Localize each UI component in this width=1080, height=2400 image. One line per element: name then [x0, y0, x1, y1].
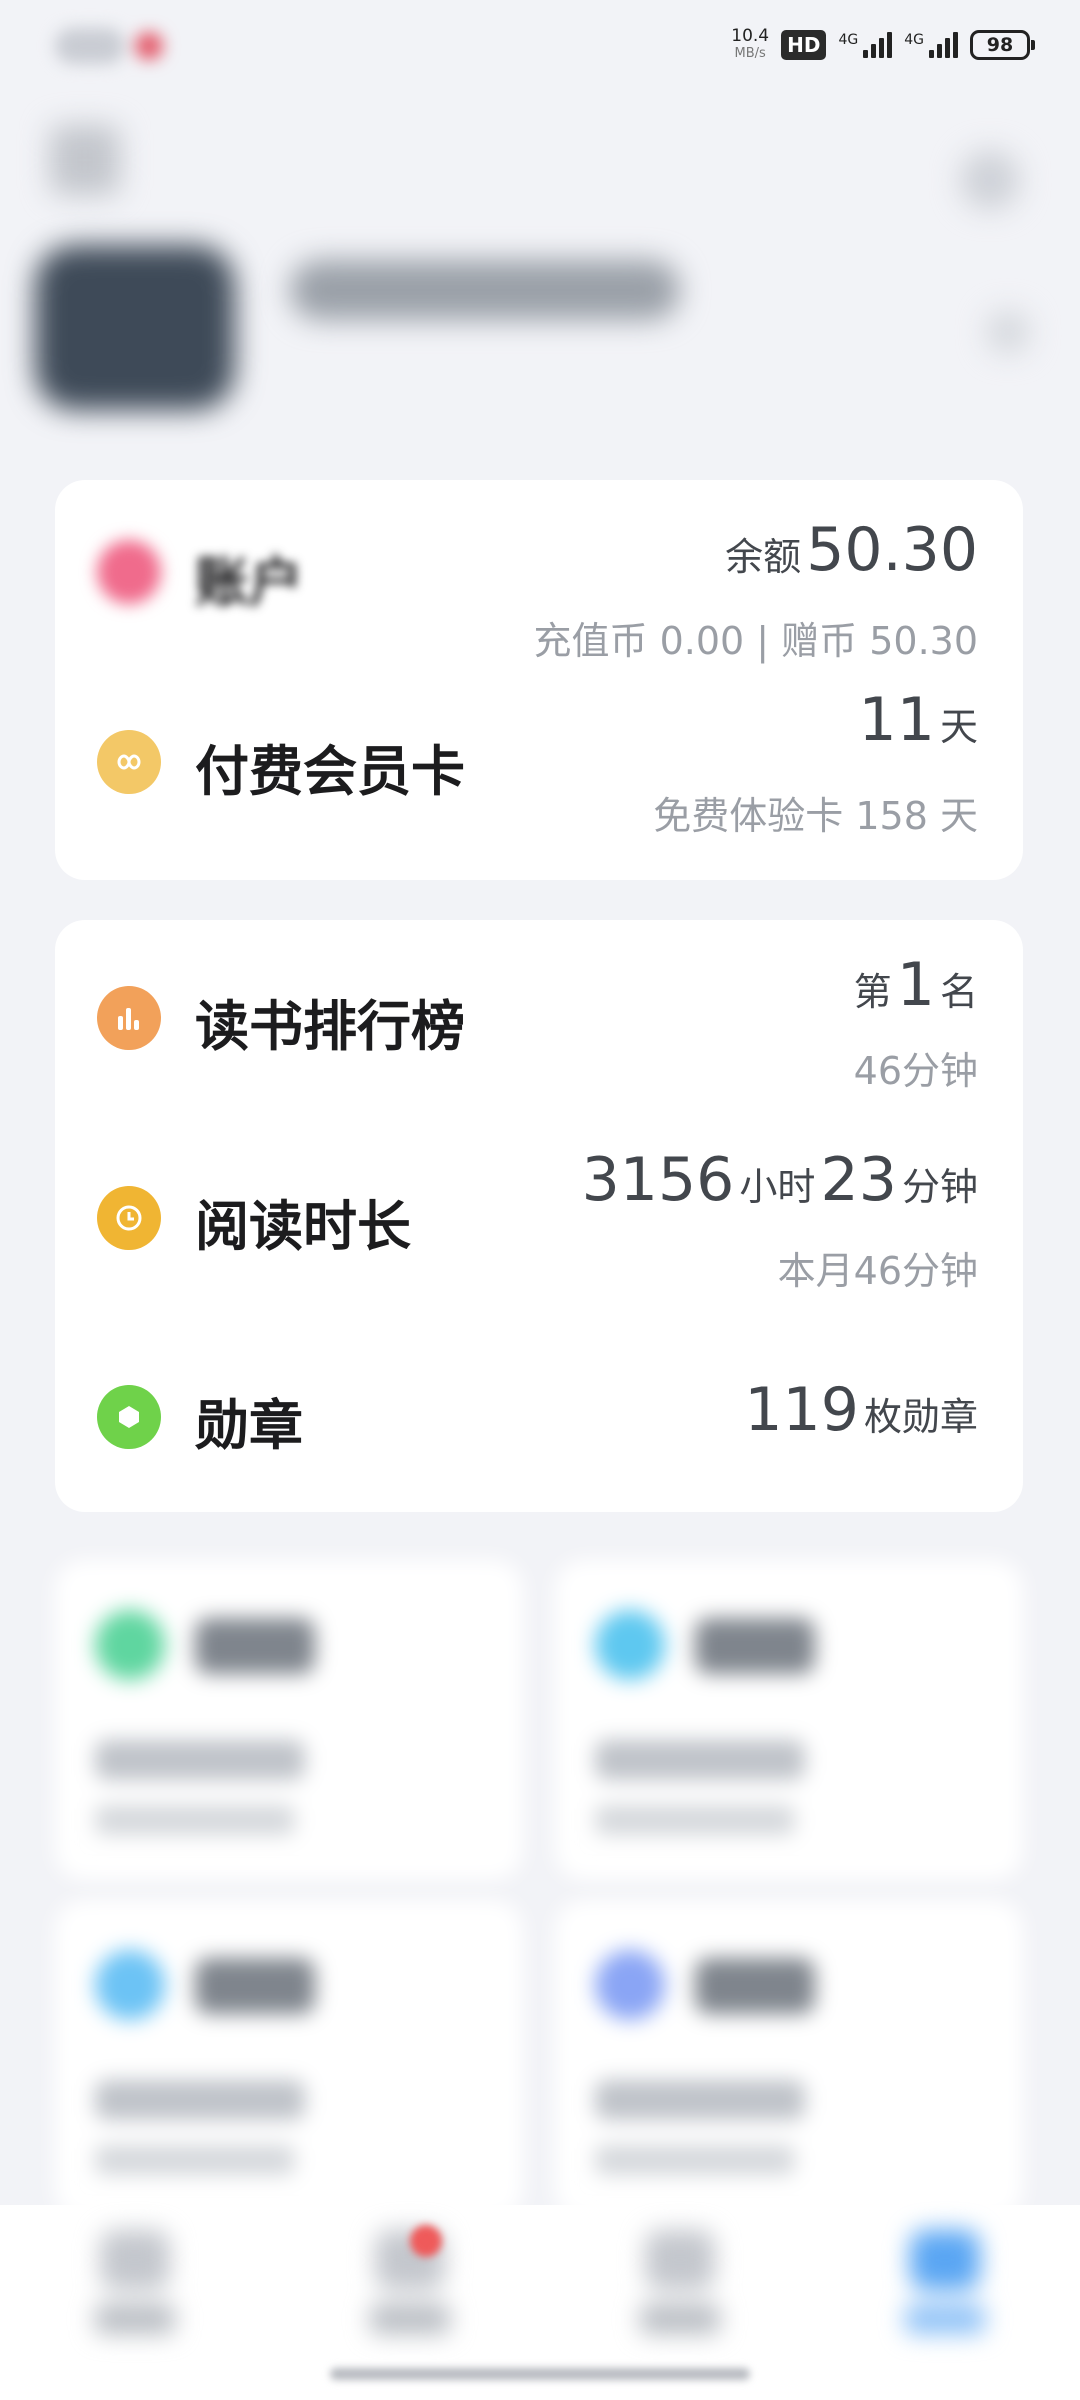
badge-unit: 枚勋章: [863, 1395, 978, 1439]
settings-icon[interactable]: [960, 150, 1020, 210]
status-bar-right: 10.4 MB/s HD 4G 4G 98: [731, 26, 1035, 62]
rank-suffix: 名: [939, 970, 978, 1014]
tile-3[interactable]: [55, 1900, 523, 2220]
hours-unit: 小时: [739, 1165, 816, 1209]
medal-icon: [97, 1385, 161, 1449]
membership-unit: 天: [939, 705, 978, 749]
tab-1[interactable]: [80, 2230, 190, 2350]
duration-minutes: 23: [820, 1145, 897, 1215]
minutes-unit: 分钟: [901, 1165, 978, 1209]
tile-3-icon: [95, 1950, 165, 2020]
infinity-icon: [97, 730, 161, 794]
balance-detail: 充值币 0.00 | 赠币 50.30: [533, 619, 978, 663]
tab-2[interactable]: [355, 2230, 465, 2350]
notification-dot: [135, 32, 163, 60]
reading-card: 读书排行榜 第 1 名 46分钟 阅读时长 3156 小时 23 分钟 本月46…: [55, 920, 1023, 1512]
status-bar-left: [55, 28, 163, 64]
tile-1-icon: [95, 1610, 165, 1680]
tab-3[interactable]: [625, 2230, 735, 2350]
tile-4-icon: [595, 1950, 665, 2020]
clock-icon: [97, 1186, 161, 1250]
username-blurred[interactable]: [290, 260, 680, 320]
tile-4[interactable]: [555, 1900, 1023, 2220]
duration-month: 本月46分钟: [777, 1249, 978, 1293]
duration-hours: 3156: [581, 1145, 735, 1215]
carrier-blur: [55, 28, 125, 64]
account-icon: [97, 540, 161, 604]
tab-2-badge: [410, 2225, 442, 2257]
chevron-right-icon[interactable]: [986, 310, 1030, 354]
net-speed: 10.4 MB/s: [731, 26, 770, 62]
battery-icon: 98: [970, 30, 1035, 60]
bar-chart-icon: [97, 986, 161, 1050]
signal-icon: 4G: [838, 32, 893, 58]
duration-title: 阅读时长: [195, 1195, 411, 1258]
badge-count: 119: [744, 1375, 859, 1445]
scan-icon[interactable]: [50, 125, 120, 195]
badge-title: 勋章: [195, 1394, 303, 1457]
account-title: 账户: [195, 551, 303, 614]
home-indicator[interactable]: [330, 2368, 750, 2380]
membership-days: 11: [858, 685, 935, 755]
tile-2[interactable]: [555, 1560, 1023, 1880]
tile-1[interactable]: [55, 1560, 523, 1880]
hd-icon: HD: [781, 30, 827, 60]
rank-minutes: 46分钟: [853, 1049, 978, 1093]
ranking-title: 读书排行榜: [195, 995, 465, 1058]
rank-prefix: 第: [853, 970, 892, 1014]
balance-value: 50.30: [806, 515, 978, 585]
tab-4-active[interactable]: [890, 2230, 1000, 2350]
balance-label: 余额: [725, 535, 802, 579]
ranking-row[interactable]: 读书排行榜 第 1 名 46分钟: [55, 920, 1023, 1120]
signal-icon-2: 4G: [904, 32, 958, 58]
tile-2-icon: [595, 1610, 665, 1680]
account-row[interactable]: 账户 余额 50.30 充值币 0.00 | 赠币 50.30: [55, 480, 1023, 685]
membership-title: 付费会员卡: [195, 740, 465, 803]
rank-value: 1: [896, 950, 935, 1020]
badge-row[interactable]: 勋章 119 枚勋章: [55, 1320, 1023, 1512]
membership-row[interactable]: 付费会员卡 11 天 免费体验卡 158 天: [55, 685, 1023, 880]
avatar[interactable]: [35, 245, 235, 410]
trial-card-text: 免费体验卡 158 天: [653, 794, 978, 838]
account-card: 账户 余额 50.30 充值币 0.00 | 赠币 50.30 付费会员卡 11…: [55, 480, 1023, 880]
duration-row[interactable]: 阅读时长 3156 小时 23 分钟 本月46分钟: [55, 1120, 1023, 1320]
